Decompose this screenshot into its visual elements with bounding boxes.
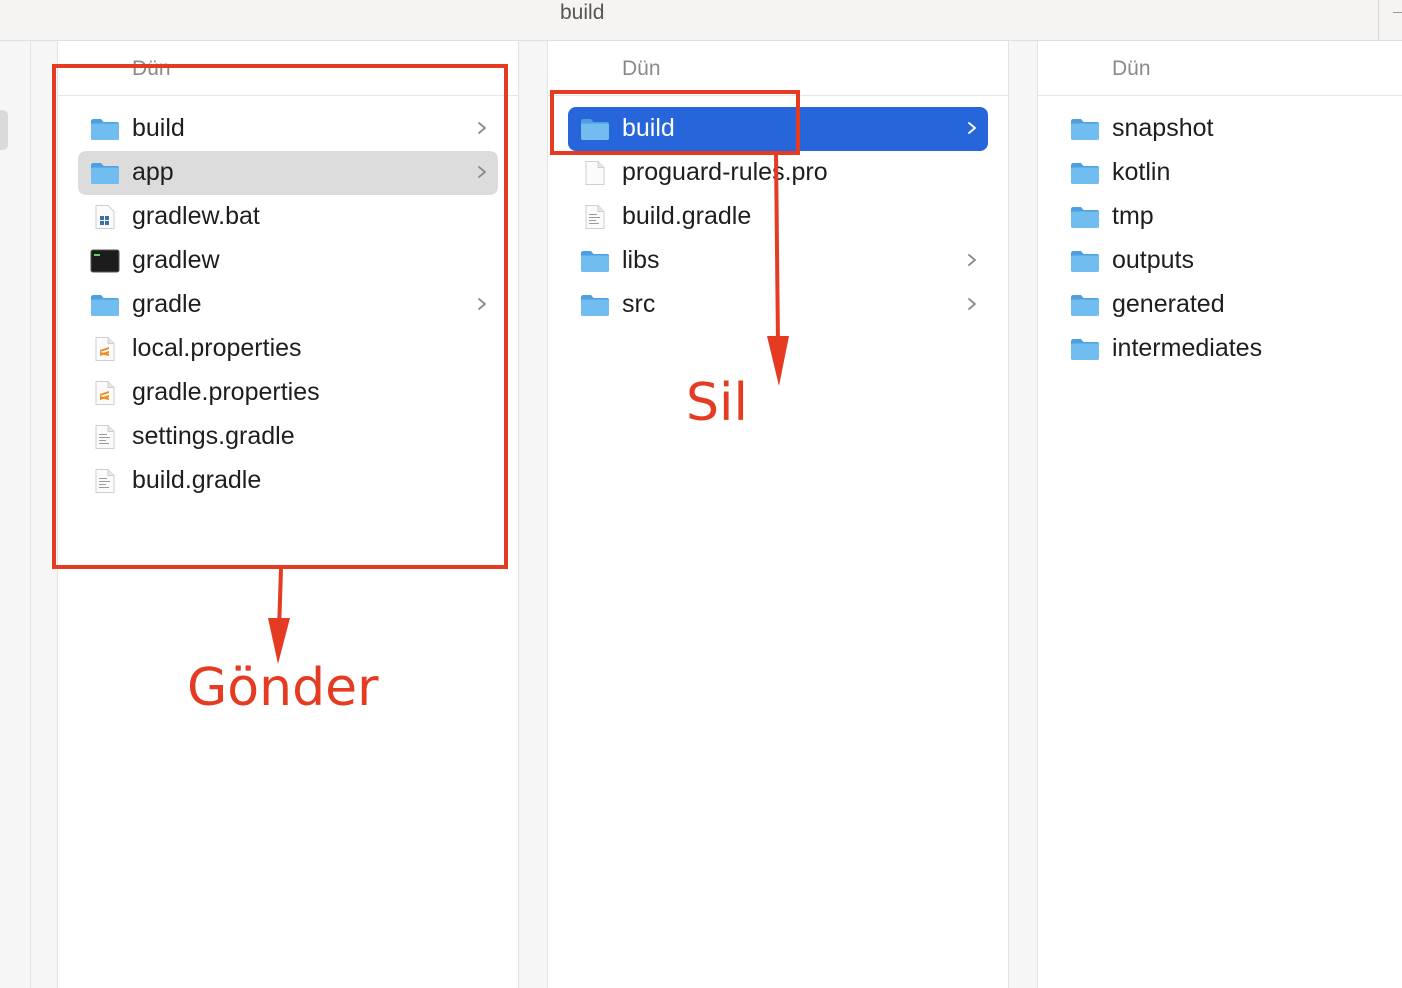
file-name: build.gradle [132, 466, 262, 494]
folder-icon [1070, 293, 1100, 317]
sublime-file-icon [90, 337, 120, 361]
window-titlebar: build [0, 0, 1402, 41]
window-control-button[interactable] [1378, 0, 1402, 40]
file-list-row[interactable]: app [78, 151, 498, 195]
chevron-right-icon[interactable] [476, 161, 488, 183]
chevron-right-icon[interactable] [476, 293, 488, 315]
file-name: intermediates [1112, 334, 1263, 362]
file-name: build.gradle [622, 202, 752, 230]
file-list-row[interactable]: build.gradle [78, 459, 498, 503]
file-list-row[interactable]: gradlew [78, 239, 498, 283]
file-name: local.properties [132, 334, 302, 362]
sidebar-selection[interactable] [0, 110, 8, 150]
blank-file-icon [580, 161, 610, 185]
file-list-row[interactable]: local.properties [78, 327, 498, 371]
text-file-icon [90, 425, 120, 449]
folder-icon [90, 293, 120, 317]
terminal-exec-icon [90, 249, 120, 273]
folder-icon [1070, 161, 1100, 185]
file-name: build [132, 114, 185, 142]
file-name: generated [1112, 290, 1225, 318]
folder-icon [580, 249, 610, 273]
file-name: app [132, 158, 174, 186]
column-gutter [519, 41, 547, 988]
column-header-label: Dün [622, 57, 661, 80]
annotation-text-send: Gönder [187, 658, 379, 718]
file-name: proguard-rules.pro [622, 158, 828, 186]
windows-batch-file-icon [90, 205, 120, 229]
column-header[interactable]: Dün [548, 41, 1008, 96]
file-list-row[interactable]: intermediates [1058, 327, 1382, 371]
file-list-row[interactable]: generated [1058, 283, 1382, 327]
folder-icon [90, 117, 120, 141]
column-gutter [1009, 41, 1037, 988]
file-list-row[interactable]: gradle.properties [78, 371, 498, 415]
folder-icon [1070, 205, 1100, 229]
file-list-row[interactable]: gradlew.bat [78, 195, 498, 239]
file-name: build [622, 114, 675, 142]
file-name: settings.gradle [132, 422, 295, 450]
folder-icon [580, 117, 610, 141]
file-list-row[interactable]: settings.gradle [78, 415, 498, 459]
folder-icon [580, 293, 610, 317]
chevron-right-icon[interactable] [966, 117, 978, 139]
annotation-text-delete: Sil [686, 373, 748, 433]
chevron-right-icon[interactable] [966, 249, 978, 271]
file-list-row[interactable]: src [568, 283, 988, 327]
sidebar-strip [0, 41, 30, 988]
column-gutter [31, 41, 57, 988]
text-file-icon [90, 469, 120, 493]
sublime-file-icon [90, 381, 120, 405]
file-list-row[interactable]: libs [568, 239, 988, 283]
file-list-row[interactable]: gradle [78, 283, 498, 327]
file-list-row[interactable]: kotlin [1058, 151, 1382, 195]
column-header[interactable]: Dün [1038, 41, 1402, 96]
folder-icon [1070, 337, 1100, 361]
file-name: gradlew [132, 246, 220, 274]
file-list-row[interactable]: build.gradle [568, 195, 988, 239]
minus-icon [1393, 12, 1402, 13]
file-list-row[interactable]: outputs [1058, 239, 1382, 283]
folder-icon [1070, 117, 1100, 141]
file-name: tmp [1112, 202, 1154, 230]
chevron-right-icon[interactable] [476, 117, 488, 139]
file-name: gradle.properties [132, 378, 320, 406]
folder-icon [1070, 249, 1100, 273]
file-name: snapshot [1112, 114, 1214, 142]
file-list-row[interactable]: build [78, 107, 498, 151]
column-header-label: Dün [132, 57, 171, 80]
column-header-label: Dün [1112, 57, 1151, 80]
file-list-row[interactable]: snapshot [1058, 107, 1382, 151]
browser-column-2[interactable]: Dün build proguard-rules.pro build.gradle l… [548, 41, 1008, 988]
file-name: gradlew.bat [132, 202, 260, 230]
browser-column-1[interactable]: Dün build app gradlew.bat gradlew gradle loca… [58, 41, 518, 988]
file-name: gradle [132, 290, 202, 318]
file-name: kotlin [1112, 158, 1171, 186]
file-name: outputs [1112, 246, 1195, 274]
file-name: libs [622, 246, 660, 274]
column-header[interactable]: Dün [58, 41, 518, 96]
chevron-right-icon[interactable] [966, 293, 978, 315]
browser-column-3[interactable]: Dün snapshot kotlin tmp outputs generated int… [1038, 41, 1402, 988]
window-title: build [560, 1, 605, 24]
file-name: src [622, 290, 656, 318]
folder-icon [90, 161, 120, 185]
file-list-row[interactable]: build [568, 107, 988, 151]
file-list-row[interactable]: tmp [1058, 195, 1382, 239]
file-list-row[interactable]: proguard-rules.pro [568, 151, 988, 195]
text-file-icon [580, 205, 610, 229]
